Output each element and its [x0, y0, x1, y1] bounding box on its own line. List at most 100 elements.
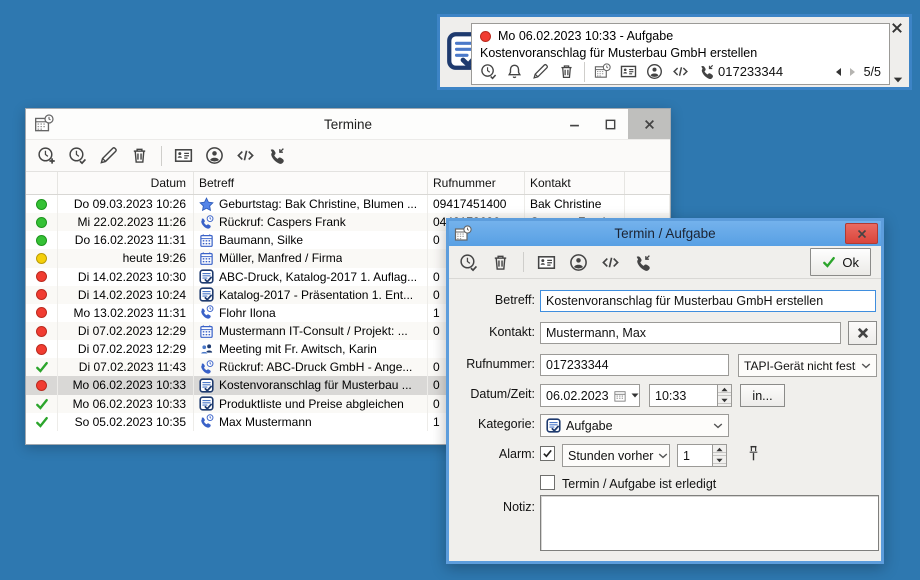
call-button[interactable]: 017233344 — [698, 63, 783, 80]
date-picker[interactable]: 06.02.2023 — [540, 384, 640, 407]
reminder-popup: Mo 06.02.2023 10:33 - Aufgabe Kostenvora… — [437, 14, 912, 90]
spin-up[interactable] — [718, 385, 731, 396]
clock-check-icon[interactable] — [480, 63, 497, 80]
contact-card-icon[interactable] — [174, 146, 193, 165]
kategorie-value: Aufgabe — [566, 419, 613, 433]
ok-button[interactable]: Ok — [810, 248, 871, 276]
column-header-betreff[interactable]: Betreff — [194, 172, 428, 194]
row-betreff-cell: Baumann, Silke — [194, 231, 428, 249]
status-yellow-icon — [36, 253, 47, 264]
trash-icon[interactable] — [558, 63, 575, 80]
row-datum-cell: heute 19:26 — [58, 249, 194, 267]
notiz-label: Notiz: — [449, 500, 535, 514]
phone-icon[interactable] — [633, 253, 652, 272]
row-status-cell — [26, 304, 58, 322]
trash-icon[interactable] — [491, 253, 510, 272]
row-datum-cell: Di 07.02.2023 12:29 — [58, 340, 194, 358]
toolbar-separator — [584, 62, 585, 82]
next-reminder-button[interactable] — [849, 67, 857, 77]
clock-check-icon[interactable] — [68, 146, 87, 165]
status-green-icon — [36, 217, 47, 228]
maximize-icon — [605, 119, 616, 130]
row-betreff-text: Max Mustermann — [219, 415, 312, 429]
spin-down[interactable] — [713, 456, 726, 466]
time-spinner[interactable]: 10:33 — [649, 384, 732, 407]
check-icon — [822, 255, 836, 269]
chevron-down-icon — [658, 453, 668, 459]
kategorie-select[interactable]: Aufgabe — [540, 414, 729, 437]
tapi-device-select[interactable]: TAPI-Gerät nicht festlegen — [738, 354, 877, 377]
alarm-unit-select[interactable]: Stunden vorher — [562, 444, 670, 467]
phone-icon — [698, 63, 715, 80]
tapi-device-value: TAPI-Gerät nicht festlegen — [744, 359, 856, 373]
row-rufnummer-cell: 09417451400 — [428, 195, 525, 213]
kontakt-clear-button[interactable] — [848, 321, 877, 345]
column-header-datum[interactable]: Datum — [58, 172, 194, 194]
alarm-checkbox[interactable] — [540, 446, 555, 461]
erledigt-checkbox[interactable] — [540, 475, 555, 490]
person-circle-icon[interactable] — [646, 63, 663, 80]
datum-zeit-label: Datum/Zeit: — [449, 387, 535, 401]
row-filler-cell — [625, 195, 670, 213]
person-circle-icon[interactable] — [205, 146, 224, 165]
row-status-cell — [26, 395, 58, 413]
phone-clock-icon — [199, 360, 214, 375]
contact-card-icon[interactable] — [537, 253, 556, 272]
alarm-spin-buttons[interactable] — [712, 445, 726, 466]
column-header-status[interactable] — [26, 172, 58, 194]
bell-icon[interactable] — [506, 63, 523, 80]
spin-down[interactable] — [718, 396, 731, 406]
phone-icon[interactable] — [267, 146, 286, 165]
code-icon[interactable] — [236, 146, 255, 165]
prev-reminder-button[interactable] — [834, 67, 842, 77]
close-icon — [644, 119, 655, 130]
pencil-icon[interactable] — [99, 146, 118, 165]
pin-icon[interactable] — [745, 445, 762, 462]
column-header-kontakt[interactable]: Kontakt — [525, 172, 625, 194]
rufnummer-input[interactable]: 017233344 — [540, 354, 729, 376]
dialog-close-button[interactable] — [845, 223, 878, 244]
popup-collapse-button[interactable] — [893, 77, 903, 83]
trash-icon[interactable] — [130, 146, 149, 165]
triangle-up-icon — [718, 387, 731, 393]
phone-clock-icon — [199, 305, 214, 320]
row-datum-cell: Do 16.02.2023 11:31 — [58, 231, 194, 249]
clock-check-icon[interactable] — [459, 253, 478, 272]
minimize-icon — [569, 119, 580, 130]
task-icon — [199, 378, 214, 393]
popup-close-button[interactable] — [891, 22, 903, 34]
people-icon — [199, 342, 214, 357]
table-row[interactable]: Do 09.03.2023 10:26Geburtstag: Bak Chris… — [26, 195, 670, 213]
notiz-textarea[interactable] — [540, 495, 879, 551]
column-header-rufnummer[interactable]: Rufnummer — [428, 172, 525, 194]
termine-titlebar[interactable]: Termine — [26, 109, 670, 139]
in-button[interactable]: in... — [740, 384, 785, 407]
status-dot-red — [480, 31, 491, 42]
minimize-button[interactable] — [556, 109, 592, 139]
close-button[interactable] — [628, 109, 670, 139]
code-icon[interactable] — [672, 63, 689, 80]
left-arrow-icon — [834, 67, 842, 77]
calendar-clock-icon[interactable] — [594, 63, 611, 80]
status-red-icon — [36, 344, 47, 355]
clock-plus-icon[interactable] — [37, 146, 56, 165]
dialog-titlebar[interactable]: Termin / Aufgabe — [449, 221, 881, 246]
alarm-unit-value: Stunden vorher — [568, 449, 653, 463]
chevron-down-icon — [861, 363, 871, 369]
dialog-title: Termin / Aufgabe — [449, 226, 881, 241]
spin-up[interactable] — [713, 445, 726, 456]
pencil-icon[interactable] — [532, 63, 549, 80]
table-header: Datum Betreff Rufnummer Kontakt — [26, 172, 670, 195]
calendar-icon — [614, 390, 626, 402]
kontakt-input[interactable]: Mustermann, Max — [540, 322, 841, 344]
betreff-input[interactable]: Kostenvoranschlag für Musterbau GmbH ers… — [540, 290, 876, 312]
row-betreff-cell: Meeting mit Fr. Awitsch, Karin — [194, 340, 428, 358]
alarm-count-spinner[interactable]: 1 — [677, 444, 727, 467]
dialog-body: Betreff: Kostenvoranschlag für Musterbau… — [449, 279, 881, 562]
time-spin-buttons[interactable] — [717, 385, 731, 406]
calendar-clock-icon — [34, 114, 54, 134]
contact-card-icon[interactable] — [620, 63, 637, 80]
person-circle-icon[interactable] — [569, 253, 588, 272]
maximize-button[interactable] — [592, 109, 628, 139]
code-icon[interactable] — [601, 253, 620, 272]
